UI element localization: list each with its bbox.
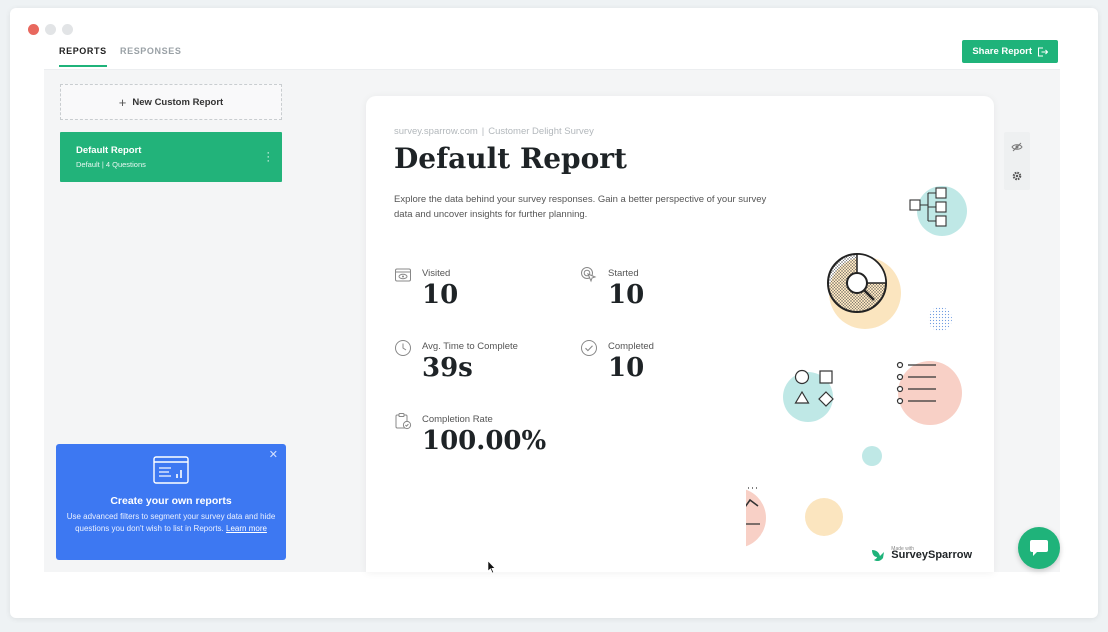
mouse-cursor-icon xyxy=(488,561,496,573)
tab-responses[interactable]: RESPONSES xyxy=(120,46,181,65)
stat-label: Avg. Time to Complete xyxy=(422,341,518,352)
breadcrumb-survey[interactable]: Customer Delight Survey xyxy=(488,126,594,137)
report-card: survey.sparrow.com | Customer Delight Surv… xyxy=(366,96,994,572)
share-exit-icon xyxy=(1038,47,1048,56)
report-window-icon xyxy=(153,456,189,484)
report-main-area: survey.sparrow.com | Customer Delight Surv… xyxy=(300,70,1060,572)
close-icon[interactable]: ✕ xyxy=(269,448,278,461)
maximize-window-dot[interactable] xyxy=(62,24,73,35)
hide-toggle-button[interactable] xyxy=(1004,132,1030,161)
side-toolbar xyxy=(1004,132,1030,190)
new-custom-report-button[interactable]: + New Custom Report xyxy=(60,84,282,120)
pink-circle-bottom xyxy=(746,489,766,547)
promo-title: Create your own reports xyxy=(110,495,232,507)
clock-icon xyxy=(395,340,411,356)
stat-label: Started xyxy=(608,268,639,279)
check-circle-icon xyxy=(581,340,597,356)
window-controls xyxy=(28,24,73,35)
top-nav: REPORTS RESPONSES Share Report xyxy=(44,40,1060,70)
new-custom-report-label: New Custom Report xyxy=(132,96,224,108)
stat-label: Completion Rate xyxy=(422,414,493,425)
stat-label: Visited xyxy=(422,268,451,279)
plus-icon: + xyxy=(118,94,127,110)
create-reports-promo: ✕ Create your own reports Use advanced f… xyxy=(56,444,286,560)
stat-value: 10 xyxy=(608,280,645,310)
hierarchy-icon xyxy=(909,187,947,227)
clipboard-icon xyxy=(395,413,412,430)
reports-sidebar: + New Custom Report Default Report Defau… xyxy=(44,70,300,572)
stat-value: 39s xyxy=(422,353,473,383)
report-item-subtitle: Default | 4 Questions xyxy=(76,160,146,169)
share-report-label: Share Report xyxy=(972,46,1032,57)
page-title: Default Report xyxy=(394,142,627,175)
settings-button[interactable] xyxy=(1004,161,1030,190)
stat-value: 10 xyxy=(422,280,459,310)
stat-value: 10 xyxy=(608,353,645,383)
small-teal-circle xyxy=(862,446,882,466)
close-window-dot[interactable] xyxy=(28,24,39,35)
pink-circle xyxy=(898,361,962,425)
learn-more-link[interactable]: Learn more xyxy=(226,524,267,533)
minimize-window-dot[interactable] xyxy=(45,24,56,35)
blue-dotted-circle xyxy=(928,307,952,331)
pointer-click-icon xyxy=(581,267,597,283)
sidebar-item-default-report[interactable]: Default Report Default | 4 Questions · · · xyxy=(60,132,282,182)
kebab-menu-icon[interactable]: · · · xyxy=(266,148,270,167)
stat-value: 100.00% xyxy=(422,426,547,456)
breadcrumb-workspace[interactable]: survey.sparrow.com xyxy=(394,126,478,137)
pie-search-icon xyxy=(827,253,887,313)
yellow-circle-small xyxy=(805,498,843,536)
gear-icon xyxy=(1012,171,1022,180)
tab-reports[interactable]: REPORTS xyxy=(59,46,107,67)
breadcrumb: survey.sparrow.com | Customer Delight Surv… xyxy=(394,126,594,137)
chat-button[interactable] xyxy=(1018,527,1060,569)
eye-off-icon xyxy=(1011,142,1023,151)
surveysparrow-brand: Made with SurveySparrow xyxy=(871,546,972,562)
stat-label: Completed xyxy=(608,341,654,352)
report-item-title: Default Report xyxy=(76,145,142,156)
made-with-label: Made with xyxy=(891,546,915,552)
sparrow-logo-icon xyxy=(872,550,885,562)
share-report-button[interactable]: Share Report xyxy=(962,40,1058,63)
report-description: Explore the data behind your survey resp… xyxy=(394,194,767,220)
report-illustration xyxy=(746,186,967,547)
chat-bubble-icon xyxy=(1030,540,1048,556)
eye-screen-icon xyxy=(395,268,411,282)
promo-text: Use advanced filters to segment your sur… xyxy=(66,511,276,535)
